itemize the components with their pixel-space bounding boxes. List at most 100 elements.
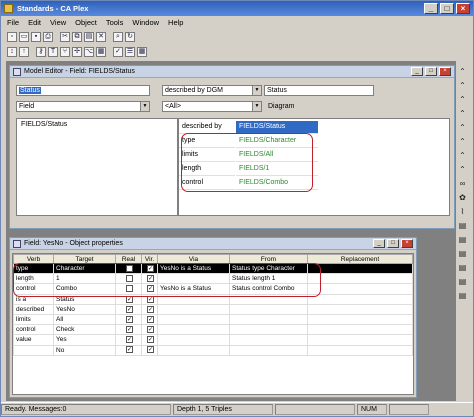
tool-key-icon[interactable]: ⚷	[36, 47, 46, 57]
vir-checkbox[interactable]: ✓	[147, 305, 154, 313]
table-row[interactable]: value Yes ✓ ✓	[13, 334, 413, 346]
arrow-icon[interactable]: ⌃	[457, 67, 468, 77]
find-icon[interactable]: ⌕	[113, 32, 123, 42]
replacement-cell[interactable]	[307, 283, 413, 295]
real-checkbox[interactable]: ✓	[126, 346, 133, 354]
doc-icon[interactable]: ▤	[457, 221, 468, 231]
via-cell[interactable]	[157, 344, 230, 356]
delete-icon[interactable]: ✕	[96, 32, 106, 42]
props-maximize-button[interactable]: □	[387, 239, 399, 248]
table-row[interactable]: No ✓ ✓	[13, 344, 413, 356]
tool-up-icon[interactable]: ↑	[19, 47, 29, 57]
target-cell[interactable]: All	[53, 313, 116, 326]
from-cell[interactable]	[229, 324, 308, 336]
arrow-icon[interactable]: ⌃	[457, 151, 468, 161]
arrow-icon[interactable]: ⌃	[457, 137, 468, 147]
editor-maximize-button[interactable]: □	[425, 67, 437, 76]
close-button[interactable]: ×	[456, 3, 470, 14]
via-cell[interactable]	[157, 324, 230, 336]
via-cell[interactable]	[157, 313, 230, 326]
real-checkbox[interactable]: ✓	[126, 305, 133, 313]
table-row[interactable]: limits All ✓ ✓	[13, 313, 413, 326]
vir-checkbox[interactable]: ✓	[147, 315, 154, 323]
open-icon[interactable]: ▭	[19, 32, 29, 42]
object-type-select[interactable]: Field ▼	[16, 101, 150, 112]
target-cell[interactable]: Yes	[53, 334, 116, 346]
from-cell[interactable]	[229, 344, 308, 356]
target-input[interactable]: Status	[264, 85, 374, 96]
table-row[interactable]: control Check ✓ ✓	[13, 324, 413, 336]
vir-checkbox[interactable]: ✓	[147, 346, 154, 354]
vir-checkbox[interactable]: ✓	[147, 336, 154, 344]
menu-file[interactable]: File	[7, 18, 19, 27]
menu-help[interactable]: Help	[168, 18, 183, 27]
verb-cell[interactable]: limits	[13, 313, 54, 326]
doc-icon[interactable]: ▤	[457, 249, 468, 259]
doc-icon[interactable]: ▤	[457, 291, 468, 301]
verb-cell[interactable]: described	[13, 303, 54, 315]
via-cell[interactable]	[157, 334, 230, 346]
chevron-down-icon[interactable]: ▼	[252, 102, 261, 111]
tool-cross-icon[interactable]: ✢	[72, 47, 82, 57]
from-cell[interactable]	[229, 334, 308, 346]
list-item[interactable]: FIELDS/Status	[17, 119, 177, 130]
clip-icon[interactable]: ⌇	[457, 207, 468, 217]
table-row[interactable]: described YesNo ✓ ✓	[13, 303, 413, 315]
arrow-icon[interactable]: ⌃	[457, 109, 468, 119]
tool-branch-icon[interactable]: ⌥	[84, 47, 94, 57]
puzzle-icon[interactable]: ✿	[457, 193, 468, 203]
new-icon[interactable]: ▫	[7, 32, 17, 42]
real-checkbox[interactable]: ✓	[126, 336, 133, 344]
tool-fork-icon[interactable]: ⑂	[60, 47, 70, 57]
chevron-down-icon[interactable]: ▼	[140, 102, 149, 111]
maximize-button[interactable]: □	[440, 3, 454, 14]
arrow-icon[interactable]: ⌃	[457, 165, 468, 175]
link-icon[interactable]: ∞	[457, 179, 468, 189]
props-close-button[interactable]: ×	[401, 239, 413, 248]
refresh-icon[interactable]: ↻	[125, 32, 135, 42]
cut-icon[interactable]: ✂	[60, 32, 70, 42]
verb-cell[interactable]: control	[13, 324, 54, 336]
replacement-cell[interactable]	[307, 262, 413, 275]
tool-t-icon[interactable]: T	[48, 47, 58, 57]
object-input[interactable]: Status	[16, 85, 150, 96]
menu-tools[interactable]: Tools	[106, 18, 124, 27]
replacement-cell[interactable]	[307, 344, 413, 356]
arrow-icon[interactable]: ⌃	[457, 95, 468, 105]
editor-close-button[interactable]: ×	[439, 67, 451, 76]
verb-select[interactable]: described by DGM ▼	[162, 85, 262, 96]
from-cell[interactable]	[229, 313, 308, 326]
replacement-cell[interactable]	[307, 324, 413, 336]
tool-check-icon[interactable]: ✓	[113, 47, 123, 57]
paste-icon[interactable]: ▤	[84, 32, 94, 42]
filter-select[interactable]: <All> ▼	[162, 101, 262, 112]
tool-grid-icon[interactable]: ▦	[137, 47, 147, 57]
replacement-cell[interactable]	[307, 313, 413, 326]
minimize-button[interactable]: _	[424, 3, 438, 14]
arrow-icon[interactable]: ⌃	[457, 123, 468, 133]
editor-minimize-button[interactable]: _	[411, 67, 423, 76]
real-checkbox[interactable]: ✓	[126, 326, 133, 334]
doc-icon[interactable]: ▤	[457, 263, 468, 273]
replacement-cell[interactable]	[307, 303, 413, 315]
menu-window[interactable]: Window	[132, 18, 159, 27]
replacement-cell[interactable]	[307, 273, 413, 285]
via-cell[interactable]	[157, 303, 230, 315]
tool-arrow-icon[interactable]: ↕	[7, 47, 17, 57]
real-checkbox[interactable]: ✓	[126, 315, 133, 323]
menu-object[interactable]: Object	[75, 18, 97, 27]
col-replacement[interactable]: Replacement	[307, 254, 413, 264]
target-cell[interactable]: YesNo	[53, 303, 116, 315]
vir-checkbox[interactable]: ✓	[147, 326, 154, 334]
verb-cell[interactable]: value	[13, 334, 54, 346]
menu-edit[interactable]: Edit	[28, 18, 41, 27]
doc-icon[interactable]: ▤	[457, 235, 468, 245]
tool-doc-icon[interactable]: ▦	[96, 47, 106, 57]
from-cell[interactable]	[229, 303, 308, 315]
doc-icon[interactable]: ▤	[457, 277, 468, 287]
target-cell[interactable]: No	[53, 344, 116, 356]
target-cell[interactable]: Check	[53, 324, 116, 336]
arrow-icon[interactable]: ⌃	[457, 81, 468, 91]
chevron-down-icon[interactable]: ▼	[252, 86, 261, 95]
tool-list-icon[interactable]: ☰	[125, 47, 135, 57]
